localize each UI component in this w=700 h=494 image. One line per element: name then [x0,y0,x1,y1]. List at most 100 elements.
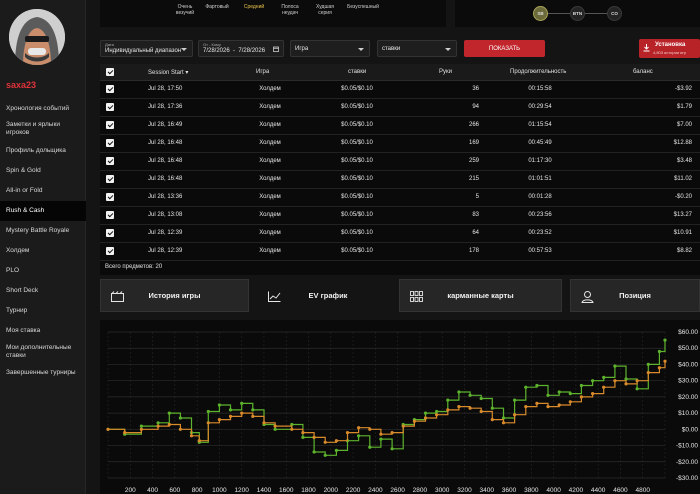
cell-stakes: $0.05/$0.10 [341,230,373,236]
sidebar-item-short-deck[interactable]: Short Deck [0,281,86,301]
line-chart-icon [268,291,281,304]
series-point [412,419,416,423]
sidebar-item-my-stake[interactable]: Моя ставка [0,321,86,341]
sidebar-item-mystery-battle[interactable]: Mystery Battle Royale [0,221,86,241]
series-point [468,393,472,397]
sort-down-icon: ▾ [185,70,189,76]
tab-pocket-cards[interactable]: карманные карты [399,279,562,312]
row-checkbox[interactable] [106,85,114,93]
series-point [301,435,305,439]
series-point [139,427,143,431]
x-tick-label: 2400 [368,487,383,494]
cell-game: Холдем [259,230,281,236]
position-sb[interactable]: SB [533,6,548,21]
table-row[interactable]: Jul 28, 16:48 Холдем $0.05/$0.10 215 01:01:5… [100,171,700,189]
cell-start: Jul 28, 16:49 [148,122,183,128]
sidebar-item-stake-profile[interactable]: Профиль дольщика [0,141,86,161]
series-point [579,395,583,399]
cell-start: Jul 28, 13:08 [148,212,183,218]
calendar-icon[interactable] [273,46,279,54]
table-row[interactable]: Jul 28, 17:36 Холдем $0.05/$0.10 94 00:29:54… [100,99,700,117]
position-co[interactable]: CO [607,6,622,21]
tab-position[interactable]: Позиция [570,279,700,312]
avatar-image [9,9,65,65]
tab-game-history[interactable]: История игры [100,279,249,312]
row-checkbox[interactable] [106,193,114,201]
cell-stakes: $0.05/$0.10 [341,140,373,146]
stakes-select[interactable]: ставки [377,40,457,57]
cell-duration: 00:23:52 [528,230,552,236]
series-point [178,427,182,431]
cell-stakes: $0.05/$0.10 [341,122,373,128]
cell-hands: 5 [475,194,479,200]
series-point [501,421,506,425]
table-row[interactable]: Jul 28, 12:39 Холдем $0.05/$0.10 178 00:57:5… [100,243,700,261]
tab-ev-chart[interactable]: EV график [257,279,399,312]
series-point [323,453,327,457]
series-point [334,448,338,452]
sidebar-item-tournament[interactable]: Турнир [0,301,86,321]
game-select[interactable]: Игра [290,40,370,57]
sidebar-item-finished-tournaments[interactable]: Завершенные турниры [0,363,86,383]
row-checkbox[interactable] [106,103,114,111]
series-point [468,406,472,410]
install-title: Установка [655,42,686,48]
sidebar-item-timeline[interactable]: Хронология событий [0,101,86,117]
cell-start: Jul 28, 16:48 [148,158,183,164]
sidebar-item-allin-fold[interactable]: All-in or Fold [0,181,86,201]
y-tick-label: -$20.00 [676,459,698,466]
column-session-start[interactable]: Session Start ▾ [148,69,188,76]
table-row[interactable]: Jul 28, 16:48 Холдем $0.05/$0.10 259 01:17:3… [100,153,700,171]
date-type-label: Дата [105,42,114,47]
series-point [535,383,539,388]
sidebar-item-holdem[interactable]: Холдем [0,241,86,261]
date-range-input[interactable]: От - Кому 7/28/2026 - 7/28/2026 [198,40,284,57]
cell-hands: 169 [468,140,479,146]
table-row[interactable]: Jul 28, 16:48 Холдем $0.05/$0.10 169 00:45:4… [100,135,700,153]
sidebar-item-extra-stakes[interactable]: Мои дополнительные ставки [0,341,86,363]
filter-bad-streak[interactable]: Полоса неудач [277,4,303,16]
sidebar-item-plo[interactable]: PLO [0,261,86,281]
filter-unsuccessful[interactable]: Безуспешный [344,4,382,10]
position-btn[interactable]: BTN [570,6,585,21]
install-button[interactable]: Установка 4,803 истории игр [639,39,700,58]
cell-game: Холдем [259,122,281,128]
filter-lucky[interactable]: Фартовый [203,4,231,10]
sidebar-item-rush-cash[interactable]: Rush & Cash [0,201,86,221]
row-checkbox[interactable] [106,139,114,147]
date-type-select[interactable]: Дата Индивидуальный диапазон [100,40,193,57]
row-checkbox[interactable] [106,157,114,165]
table-row[interactable]: Jul 28, 17:50 Холдем $0.05/$0.10 36 00:15:58… [100,81,700,99]
table-row[interactable]: Jul 28, 13:08 Холдем $0.05/$0.10 83 00:23:56… [100,207,700,225]
series-point [457,405,461,409]
filter-very-lucky[interactable]: Очень везучий [172,4,198,16]
chevron-down-icon [445,48,451,51]
series-point [228,408,233,412]
cell-start: Jul 28, 17:36 [148,104,183,110]
sidebar-item-notes[interactable]: Заметки и ярлыки игроков [0,117,86,141]
sidebar-item-spin-gold[interactable]: Spin & Gold [0,161,86,181]
row-checkbox[interactable] [106,121,114,129]
select-all-checkbox[interactable] [106,68,114,76]
cell-start: Jul 28, 17:50 [148,86,183,92]
table-row[interactable]: Jul 28, 16:49 Холдем $0.05/$0.10 266 01:15:5… [100,117,700,135]
column-balance: баланс [633,69,653,75]
row-checkbox[interactable] [106,247,114,255]
series-point [602,385,606,389]
series-point [312,435,316,439]
table-row[interactable]: Jul 28, 12:39 Холдем $0.05/$0.10 64 00:23:52… [100,225,700,243]
filter-worst-streak[interactable]: Худшая серия [312,4,338,16]
series-point [546,405,550,409]
series-point [240,411,244,415]
row-checkbox[interactable] [106,175,114,183]
table-row[interactable]: Jul 28, 13:36 Холдем $0.05/$0.10 5 00:01:28 -… [100,189,700,207]
row-checkbox[interactable] [106,229,114,237]
filter-average[interactable]: Средний [240,4,268,10]
row-checkbox[interactable] [106,211,114,219]
show-button[interactable]: ПОКАЗАТЬ [464,40,545,57]
cell-balance: $10.91 [673,230,692,236]
y-tick-label: $30.00 [678,378,698,385]
series-point [228,414,233,418]
avatar[interactable] [9,9,65,65]
series-point [457,390,461,394]
